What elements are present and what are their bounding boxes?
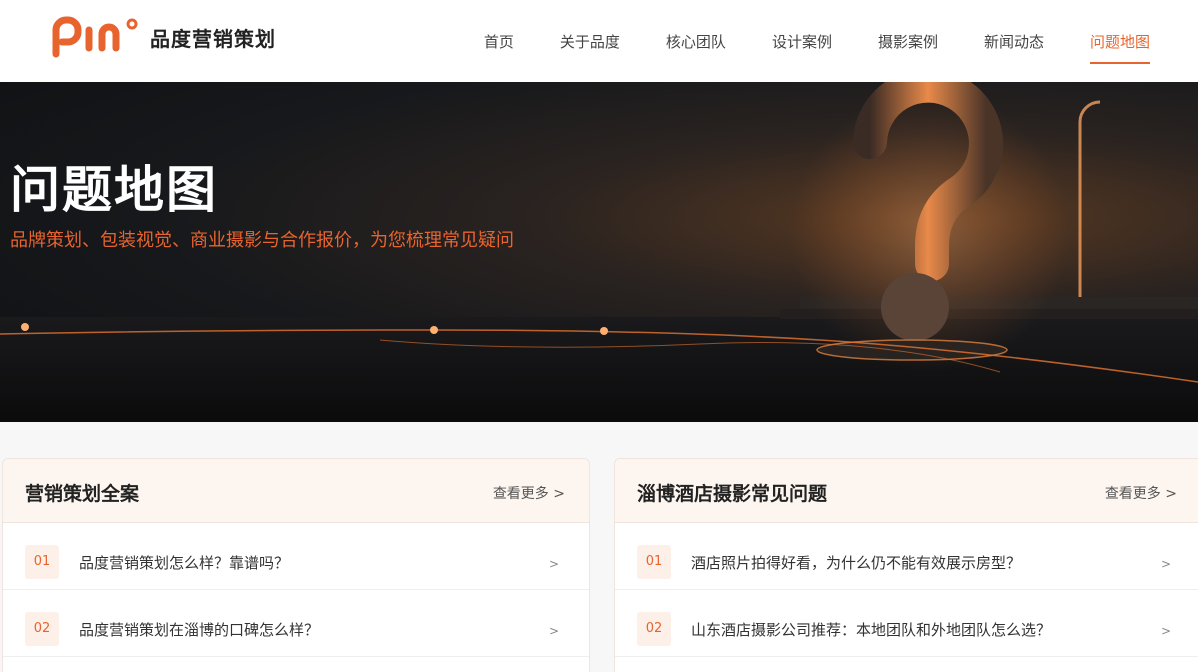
chevron-right-icon: > xyxy=(548,624,559,638)
main-nav: 首页 关于品度 核心团队 设计案例 摄影案例 新闻动态 问题地图 xyxy=(438,0,1151,82)
view-more-link[interactable]: 查看更多 > xyxy=(493,483,565,503)
card-title: 营销策划全案 xyxy=(25,483,140,505)
nav-item-news[interactable]: 新闻动态 xyxy=(984,0,1044,82)
chevron-right-icon: > xyxy=(1160,557,1171,571)
nav-item-photo-cases[interactable]: 摄影案例 xyxy=(878,0,938,82)
item-question: 品度营销策划怎么样？靠谱吗？ xyxy=(79,554,290,572)
brand-name: 品度营销策划 xyxy=(150,26,276,51)
item-number-badge: 01 xyxy=(25,545,59,579)
item-number-badge: 01 xyxy=(637,545,671,579)
faq-card-hotel-photography: 淄博酒店摄影常见问题 查看更多 > 01 酒店照片拍得好看，为什么仍不能有效展示… xyxy=(614,458,1198,672)
chevron-right-icon: > xyxy=(548,557,559,571)
nav-item-faq-map[interactable]: 问题地图 xyxy=(1089,0,1151,82)
item-question: 山东酒店摄影公司推荐：本地团队和外地团队怎么选？ xyxy=(691,621,1052,639)
hero-background-image xyxy=(0,82,1198,422)
pin-logo-icon xyxy=(52,16,138,58)
hero-banner: 问题地图 品牌策划、包装视觉、商业摄影与合作报价，为您梳理常见疑问 xyxy=(0,82,1198,422)
chevron-right-icon: > xyxy=(1160,624,1171,638)
card-title: 淄博酒店摄影常见问题 xyxy=(637,483,828,505)
faq-item[interactable]: 01 品度营销策划怎么样？靠谱吗？ > xyxy=(3,523,589,590)
card-header: 淄博酒店摄影常见问题 查看更多 > xyxy=(615,459,1198,523)
item-number-badge: 02 xyxy=(25,612,59,646)
nav-item-team[interactable]: 核心团队 xyxy=(666,0,726,82)
item-number-badge: 02 xyxy=(637,612,671,646)
faq-item[interactable]: 02 山东酒店摄影公司推荐：本地团队和外地团队怎么选？ > xyxy=(615,590,1198,657)
item-question: 品度营销策划在淄博的口碑怎么样？ xyxy=(79,621,320,639)
page-title: 问题地图 xyxy=(10,161,218,219)
page-subtitle: 品牌策划、包装视觉、商业摄影与合作报价，为您梳理常见疑问 xyxy=(10,230,514,251)
item-question: 酒店照片拍得好看，为什么仍不能有效展示房型？ xyxy=(691,554,1022,572)
nav-item-home[interactable]: 首页 xyxy=(484,0,514,82)
view-more-link[interactable]: 查看更多 > xyxy=(1105,483,1177,503)
site-header: 品度营销策划 首页 关于品度 核心团队 设计案例 摄影案例 新闻动态 问题地图 xyxy=(0,0,1198,82)
logo[interactable]: 品度营销策划 xyxy=(52,16,276,58)
nav-item-design-cases[interactable]: 设计案例 xyxy=(772,0,832,82)
faq-item[interactable]: 02 品度营销策划在淄博的口碑怎么样？ > xyxy=(3,590,589,657)
faq-card-marketing: 营销策划全案 查看更多 > 01 品度营销策划怎么样？靠谱吗？ > 02 品度营… xyxy=(2,458,590,672)
nav-item-about[interactable]: 关于品度 xyxy=(560,0,620,82)
faq-item[interactable]: 01 酒店照片拍得好看，为什么仍不能有效展示房型？ > xyxy=(615,523,1198,590)
card-header: 营销策划全案 查看更多 > xyxy=(3,459,589,523)
